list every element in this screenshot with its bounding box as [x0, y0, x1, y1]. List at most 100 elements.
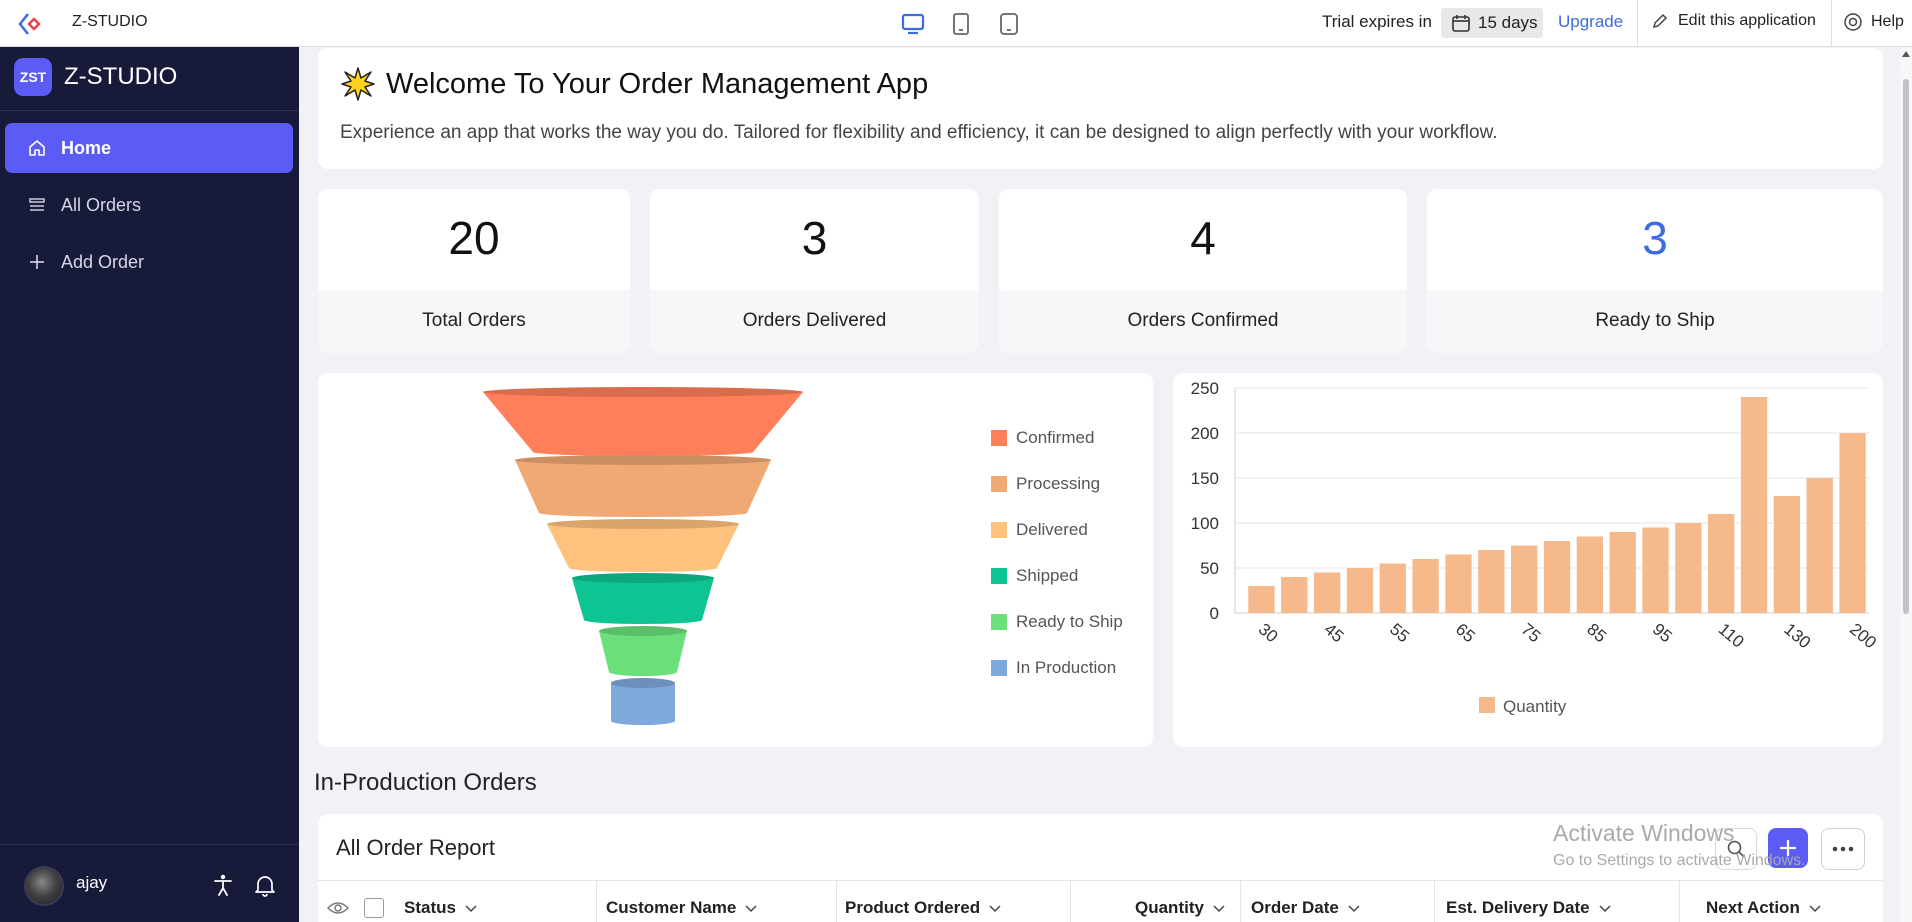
bar[interactable] — [1675, 523, 1702, 613]
app-badge: ZST — [14, 58, 52, 96]
edit-application-button[interactable]: Edit this application — [1651, 12, 1816, 30]
funnel-segment[interactable] — [547, 519, 739, 572]
sidebar-item-all-orders[interactable]: All Orders — [5, 180, 293, 230]
bar[interactable] — [1609, 532, 1636, 613]
welcome-card: Welcome To Your Order Management App Exp… — [318, 48, 1883, 169]
x-tick-label: 45 — [1321, 620, 1348, 647]
funnel-segment[interactable] — [515, 455, 771, 517]
bar[interactable] — [1412, 559, 1439, 613]
stat-label: Total Orders — [318, 290, 630, 353]
bar[interactable] — [1708, 514, 1735, 613]
help-button[interactable]: Help — [1843, 12, 1904, 32]
funnel-segment[interactable] — [611, 678, 675, 725]
bar[interactable] — [1511, 545, 1538, 614]
upgrade-link[interactable]: Upgrade — [1558, 12, 1623, 32]
legend-item[interactable]: Confirmed — [991, 428, 1094, 448]
user-name: ajay — [76, 873, 108, 892]
mobile-view-icon[interactable] — [994, 10, 1024, 38]
calendar-icon — [1452, 15, 1470, 32]
welcome-title: Welcome To Your Order Management App — [386, 67, 929, 100]
avatar[interactable] — [24, 866, 64, 906]
bar[interactable] — [1773, 496, 1801, 613]
desktop-view-icon[interactable] — [898, 10, 928, 38]
column-header-status[interactable]: Status — [404, 898, 478, 918]
bar[interactable] — [1478, 550, 1505, 613]
tablet-view-icon[interactable] — [946, 10, 976, 38]
bar[interactable] — [1445, 554, 1472, 614]
column-header-label: Customer Name — [606, 898, 737, 917]
bar[interactable] — [1740, 397, 1768, 613]
column-header-product-ordered[interactable]: Product Ordered — [845, 898, 1002, 918]
x-tick-label: 30 — [1255, 620, 1282, 647]
stat-label: Orders Delivered — [650, 290, 979, 353]
scrollbar-thumb[interactable] — [1903, 79, 1909, 614]
bar[interactable] — [1543, 541, 1571, 613]
x-tick-label: 85 — [1583, 620, 1610, 647]
sidebar-item-home[interactable]: Home — [5, 123, 293, 173]
legend-swatch — [991, 660, 1007, 676]
bar[interactable] — [1313, 572, 1341, 614]
page-scrollbar[interactable] — [1900, 47, 1912, 922]
sidebar-item-add-order[interactable]: Add Order — [5, 237, 293, 287]
bar-legend-item[interactable]: Quantity — [1479, 697, 1567, 716]
bar[interactable] — [1642, 527, 1669, 614]
legend-label: Processing — [1016, 474, 1101, 493]
windows-activation-watermark: Activate Windows — [1553, 820, 1735, 846]
welcome-description: Experience an app that works the way you… — [340, 122, 1498, 143]
column-header-est-delivery-date[interactable]: Est. Delivery Date — [1446, 898, 1612, 918]
bar[interactable] — [1248, 586, 1275, 613]
bell-icon[interactable] — [252, 872, 278, 898]
column-header-order-date[interactable]: Order Date — [1251, 898, 1361, 918]
select-all-checkbox[interactable] — [364, 898, 384, 918]
pencil-icon — [1652, 13, 1668, 28]
bar[interactable] — [1346, 568, 1374, 613]
legend-swatch — [991, 614, 1007, 630]
legend-item[interactable]: Delivered — [991, 520, 1088, 540]
bar[interactable] — [1379, 563, 1406, 614]
chevron-down-icon — [1213, 905, 1225, 913]
eye-icon[interactable] — [326, 899, 350, 917]
section-title: In-Production Orders — [314, 769, 537, 796]
bar[interactable] — [1839, 433, 1866, 613]
chevron-down-icon — [1348, 905, 1360, 913]
stat-label: Ready to Ship — [1427, 290, 1883, 353]
zoho-creator-logo-icon[interactable] — [18, 11, 44, 37]
y-tick-label: 50 — [1200, 559, 1219, 578]
legend-item[interactable]: Processing — [991, 474, 1100, 494]
legend-swatch — [991, 568, 1007, 584]
bar[interactable] — [1806, 478, 1833, 613]
stat-card-orders-confirmed[interactable]: 4 Orders Confirmed — [999, 189, 1407, 353]
legend-item[interactable]: Shipped — [991, 566, 1078, 586]
funnel-segment[interactable] — [483, 387, 803, 456]
y-tick-label: 200 — [1191, 424, 1219, 443]
column-header-next-action[interactable]: Next Action — [1706, 898, 1822, 918]
more-options-button[interactable] — [1821, 828, 1865, 870]
help-label: Help — [1871, 13, 1904, 30]
bar[interactable] — [1281, 577, 1308, 613]
legend-item[interactable]: Ready to Ship — [991, 612, 1123, 632]
stat-card-orders-delivered[interactable]: 3 Orders Delivered — [650, 189, 979, 353]
chevron-down-icon — [1809, 905, 1821, 913]
x-tick-label: 200 — [1846, 620, 1880, 653]
ellipsis-icon — [1832, 846, 1854, 852]
stat-card-ready-to-ship[interactable]: 3 Ready to Ship — [1427, 189, 1883, 353]
scroll-up-icon[interactable] — [1902, 51, 1910, 57]
accessibility-icon[interactable] — [210, 872, 236, 898]
x-tick-label: 95 — [1649, 620, 1676, 647]
x-tick-label: 75 — [1518, 620, 1545, 647]
top-bar: Z-STUDIO Trial expires in 15 days Upgrad… — [0, 0, 1912, 47]
column-header-customer-name[interactable]: Customer Name — [606, 898, 758, 918]
stat-card-total-orders[interactable]: 20 Total Orders — [318, 189, 630, 353]
chevron-down-icon — [1599, 905, 1611, 913]
y-tick-label: 150 — [1191, 469, 1219, 488]
report-title: All Order Report — [336, 835, 495, 860]
sidebar: ZST Z-STUDIO Home All Orders Add Order a… — [0, 47, 299, 922]
funnel-segment[interactable] — [599, 626, 687, 676]
topbar-divider — [1831, 0, 1832, 46]
column-divider — [836, 881, 837, 922]
funnel-segment[interactable] — [572, 573, 714, 624]
bar[interactable] — [1576, 536, 1603, 614]
column-header-quantity[interactable]: Quantity — [1135, 898, 1226, 918]
legend-swatch — [991, 522, 1007, 538]
legend-item[interactable]: In Production — [991, 658, 1116, 678]
